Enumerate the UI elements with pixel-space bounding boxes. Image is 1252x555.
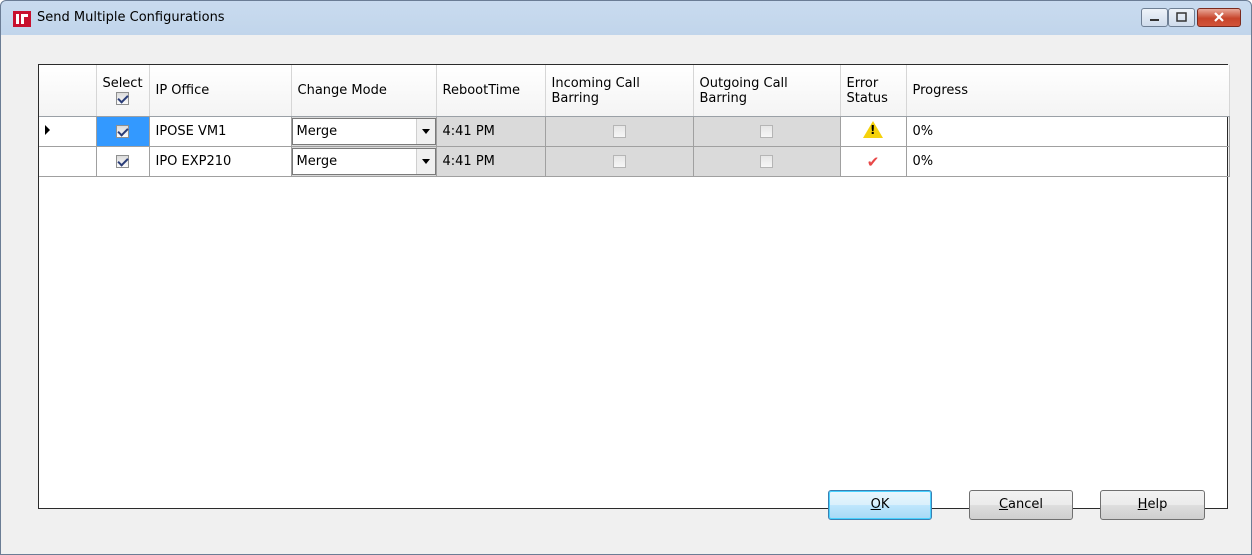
send-multiple-configurations-window: Send Multiple Configurations Select IP O… (0, 0, 1252, 555)
change-mode-cell[interactable]: Merge (291, 116, 437, 147)
col-error-status[interactable]: Error Status (840, 65, 907, 117)
outgoing-call-barring-cell[interactable] (693, 116, 841, 147)
reboot-time-cell[interactable]: 4:41 PM (436, 116, 546, 147)
ip-office-cell[interactable]: IPO EXP210 (149, 146, 292, 177)
error-status-cell[interactable] (840, 116, 907, 147)
change-mode-value: Merge (296, 124, 338, 139)
error-status-cell[interactable]: ✔ (840, 146, 907, 177)
close-icon (1214, 12, 1224, 22)
select-cell[interactable] (96, 116, 150, 147)
warning-icon (863, 121, 883, 138)
progress-cell: 0% (906, 116, 1230, 147)
title-bar[interactable]: Send Multiple Configurations (1, 1, 1251, 35)
checkmark-icon: ✔ (866, 152, 880, 171)
col-ip-office[interactable]: IP Office (149, 65, 292, 117)
help-button[interactable]: Help (1100, 490, 1205, 520)
help-mnemonic: H (1137, 497, 1148, 512)
table-row[interactable]: IPOSE VM1 Merge 4:41 PM 0% (39, 116, 1230, 147)
help-label: elp (1147, 497, 1168, 512)
outgoing-call-barring-checkbox[interactable] (760, 125, 773, 138)
change-mode-value: Merge (296, 154, 338, 169)
minimize-icon (1150, 19, 1159, 21)
col-outgoing-call-barring[interactable]: Outgoing Call Barring (693, 65, 841, 117)
col-select-label: Select (102, 75, 143, 91)
cancel-mnemonic: C (998, 497, 1009, 512)
configurations-grid: Select IP Office Change Mode RebootTime … (38, 64, 1230, 509)
outgoing-call-barring-cell[interactable] (693, 146, 841, 177)
app-icon (13, 11, 31, 27)
select-all-checkbox[interactable] (116, 91, 129, 105)
ok-button[interactable]: OK (828, 490, 932, 520)
reboot-time-cell[interactable]: 4:41 PM (436, 146, 546, 177)
row-select-checkbox[interactable] (116, 155, 129, 168)
col-reboot-time[interactable]: RebootTime (436, 65, 546, 117)
outgoing-call-barring-checkbox[interactable] (760, 155, 773, 168)
dialog-body: Select IP Office Change Mode RebootTime … (8, 35, 1244, 547)
row-header[interactable] (39, 116, 97, 147)
row-header[interactable] (39, 146, 97, 177)
chevron-down-icon[interactable] (415, 149, 435, 174)
maximize-button[interactable] (1168, 8, 1195, 27)
progress-cell: 0% (906, 146, 1230, 177)
maximize-icon (1176, 12, 1187, 22)
configurations-table: Select IP Office Change Mode RebootTime … (39, 65, 1230, 177)
ok-mnemonic: O (870, 497, 881, 512)
incoming-call-barring-checkbox[interactable] (612, 155, 626, 168)
minimize-button[interactable] (1141, 8, 1168, 27)
change-mode-dropdown[interactable]: Merge (291, 148, 435, 175)
current-row-indicator-icon (45, 125, 50, 135)
change-mode-dropdown[interactable]: Merge (291, 118, 435, 145)
header-row: Select IP Office Change Mode RebootTime … (39, 65, 1230, 117)
change-mode-cell[interactable]: Merge (291, 146, 437, 177)
cancel-button[interactable]: Cancel (969, 490, 1073, 520)
ok-label: K (880, 497, 890, 512)
incoming-call-barring-checkbox[interactable] (612, 125, 626, 138)
incoming-call-barring-cell[interactable] (545, 146, 694, 177)
col-select[interactable]: Select (96, 65, 150, 117)
col-incoming-call-barring[interactable]: Incoming Call Barring (545, 65, 694, 117)
row-header-corner (39, 65, 97, 117)
incoming-call-barring-cell[interactable] (545, 116, 694, 147)
col-progress[interactable]: Progress (906, 65, 1230, 117)
window-title: Send Multiple Configurations (37, 10, 225, 25)
col-change-mode[interactable]: Change Mode (291, 65, 437, 117)
chevron-down-icon[interactable] (415, 119, 435, 144)
row-select-checkbox[interactable] (116, 125, 129, 138)
cancel-label: ancel (1008, 497, 1044, 512)
select-cell[interactable] (96, 146, 150, 177)
table-row[interactable]: IPO EXP210 Merge 4:41 PM ✔ 0% (39, 146, 1230, 177)
close-button[interactable] (1197, 8, 1241, 27)
ip-office-cell[interactable]: IPOSE VM1 (149, 116, 292, 147)
